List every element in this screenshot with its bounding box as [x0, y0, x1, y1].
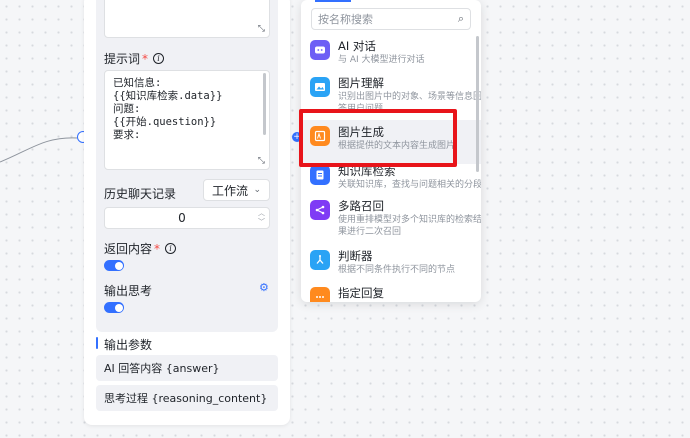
active-tab-indicator — [315, 0, 351, 2]
return-content-toggle[interactable] — [104, 260, 124, 271]
output-thinking-toggle[interactable] — [104, 302, 124, 313]
node-search-box[interactable]: ⌕ — [311, 8, 471, 30]
output-params-label: 输出参数 — [104, 338, 153, 352]
prompt-scrollbar[interactable] — [263, 73, 266, 135]
node-option-condition[interactable]: 判断器 根据不同条件执行不同的节点 — [301, 248, 481, 288]
node-settings-panel: ⤡ 提示词 * i 已知信息: {{知识库检索.data}} 问题: {{开始.q… — [96, 0, 278, 332]
node-option-desc: 关联知识库，查找与问题相关的分段 — [338, 180, 481, 190]
chat-bot-icon — [310, 40, 330, 60]
multi-recall-icon — [310, 200, 330, 220]
ai-chat-node: ⤡ 提示词 * i 已知信息: {{知识库检索.data}} 问题: {{开始.q… — [84, 0, 290, 425]
prompt-text: 已知信息: {{知识库检索.data}} 问题: {{开始.question}}… — [113, 77, 223, 141]
output-thinking-label: 输出思考 — [104, 284, 153, 298]
system-prompt-textarea[interactable]: ⤡ — [104, 0, 270, 38]
return-content-label: 返回内容 * i — [104, 240, 177, 257]
node-option-reply[interactable]: 指定回复 — [301, 285, 481, 302]
resize-icon[interactable]: ⤡ — [258, 156, 265, 166]
reply-icon — [310, 287, 330, 302]
dropdown-scrollbar[interactable] — [476, 36, 479, 172]
chevron-down-icon: ⌄ — [253, 185, 261, 195]
section-indicator — [96, 337, 98, 349]
history-label: 历史聊天记录 — [104, 187, 177, 201]
node-option-title: 图片理解 — [338, 76, 384, 90]
knowledge-icon — [310, 165, 330, 185]
info-icon[interactable]: i — [153, 53, 165, 64]
branch-icon — [310, 250, 330, 270]
node-option-multi-recall[interactable]: 多路召回 使用重排模型对多个知识库的检索结果进行二次召回 — [301, 198, 481, 246]
history-source-select[interactable]: 工作流 ⌄ — [203, 179, 270, 201]
node-option-desc: 使用重排模型对多个知识库的检索结果进行二次召回 — [338, 215, 481, 237]
history-count-input[interactable]: 0 ︿ ﹀ — [104, 207, 270, 229]
node-option-knowledge-search[interactable]: 知识库检索 关联知识库，查找与问题相关的分段 — [301, 163, 481, 203]
node-option-title: 多路召回 — [338, 199, 384, 213]
annotation-highlight-box — [299, 109, 457, 167]
history-count-value: 0 — [178, 211, 186, 225]
gear-icon[interactable]: ⚙ — [259, 281, 269, 294]
history-source-value: 工作流 — [212, 183, 249, 198]
node-option-title: 判断器 — [338, 249, 373, 263]
info-icon[interactable]: i — [165, 243, 177, 254]
search-icon[interactable]: ⌕ — [458, 12, 464, 26]
stepper-icon[interactable]: ︿ ﹀ — [258, 209, 265, 227]
node-option-ai-chat[interactable]: AI 对话 与 AI 大模型进行对话 — [301, 38, 481, 78]
node-search-input[interactable] — [318, 12, 438, 26]
prompt-label: 提示词 * i — [104, 50, 165, 67]
node-option-title: AI 对话 — [338, 39, 376, 53]
output-param-answer: AI 回答内容 {answer} — [96, 355, 278, 381]
node-option-title: 指定回复 — [338, 286, 384, 300]
resize-icon[interactable]: ⤡ — [258, 24, 265, 34]
output-param-reasoning: 思考过程 {reasoning_content} — [96, 385, 278, 411]
node-option-desc: 根据不同条件执行不同的节点 — [338, 265, 456, 275]
prompt-textarea[interactable]: 已知信息: {{知识库检索.data}} 问题: {{开始.question}}… — [104, 70, 270, 170]
image-icon — [310, 77, 330, 97]
node-option-desc: 与 AI 大模型进行对话 — [338, 55, 425, 65]
